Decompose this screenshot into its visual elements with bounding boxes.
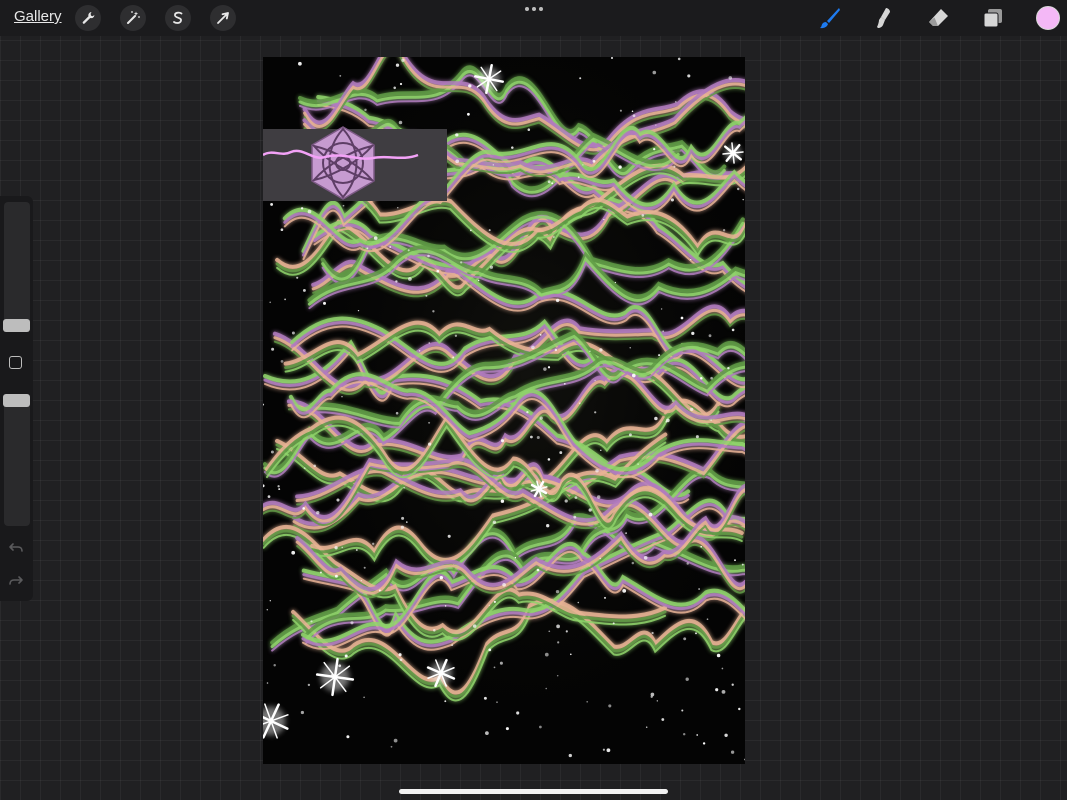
emblem-overlay xyxy=(263,126,447,201)
selection-s-icon xyxy=(173,11,183,24)
smudge-icon[interactable] xyxy=(872,6,896,30)
brush-size-thumb[interactable] xyxy=(3,319,30,332)
transform-arrow-icon xyxy=(217,12,229,24)
gallery-button[interactable]: Gallery xyxy=(14,8,62,25)
wrench-icon xyxy=(82,12,95,24)
sidebar xyxy=(0,196,33,601)
undo-icon[interactable] xyxy=(8,541,24,555)
more-options-icon[interactable] xyxy=(522,2,546,16)
psychedelic-artwork xyxy=(263,57,745,764)
drawing-canvas[interactable] xyxy=(263,57,745,764)
layers-icon[interactable] xyxy=(981,6,1005,30)
brush-icon[interactable] xyxy=(818,6,842,30)
modify-button[interactable] xyxy=(9,356,22,369)
transform-button[interactable] xyxy=(210,5,236,31)
brush-size-slider[interactable] xyxy=(3,202,30,332)
opacity-thumb[interactable] xyxy=(3,394,30,407)
opacity-slider[interactable] xyxy=(3,394,30,526)
actions-button[interactable] xyxy=(75,5,101,31)
home-indicator[interactable] xyxy=(399,789,668,794)
magic-wand-icon xyxy=(127,11,140,24)
color-swatch[interactable] xyxy=(1036,6,1060,30)
adjustments-button[interactable] xyxy=(120,5,146,31)
top-toolbar: Gallery xyxy=(0,0,1067,36)
eraser-icon[interactable] xyxy=(926,6,950,30)
selection-button[interactable] xyxy=(165,5,191,31)
redo-icon[interactable] xyxy=(8,574,24,588)
